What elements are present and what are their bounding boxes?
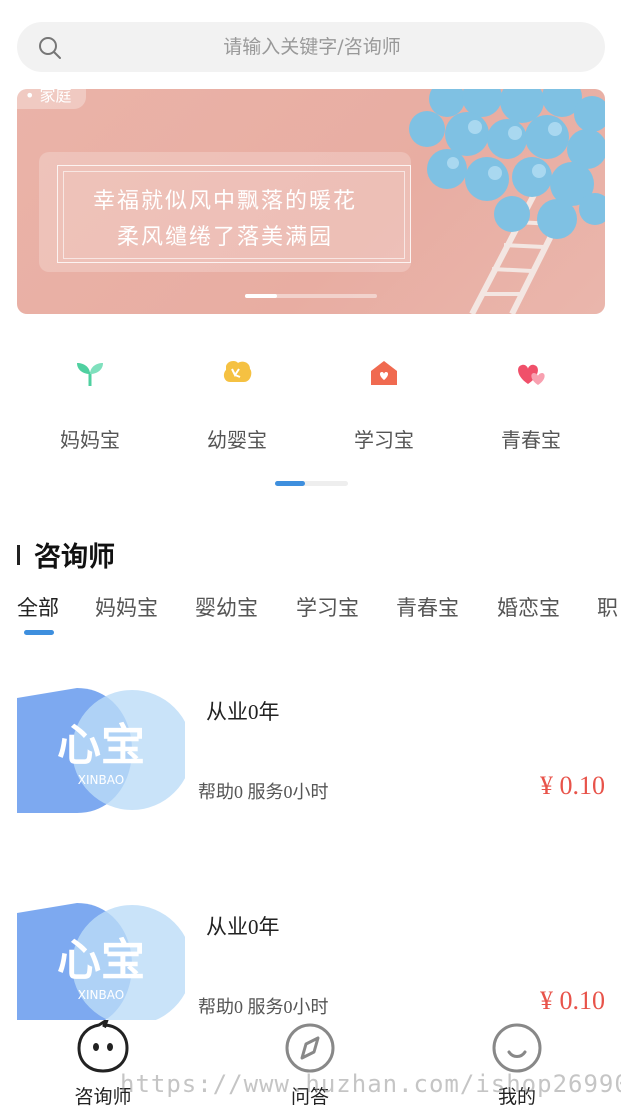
sprout-icon <box>77 363 103 386</box>
category-label: 幼婴宝 <box>207 428 267 452</box>
tab-all[interactable]: 全部 <box>17 592 59 622</box>
hearts-icon <box>518 364 545 385</box>
consultant-price: ¥ 0.10 <box>540 771 605 800</box>
banner-indicator <box>245 294 377 298</box>
xinbao-logo: 心宝 XINBAO <box>17 903 185 1028</box>
banner-carousel[interactable]: • 家庭 幸福就似风中飘落的暖花 柔风缱绻了落美满园 <box>17 89 605 314</box>
consultant-price: ¥ 0.10 <box>540 986 605 1015</box>
category-qingchunbao[interactable]: 青春宝 <box>471 350 591 453</box>
logo-subtext: XINBAO <box>78 988 124 1002</box>
category-pager-indicator <box>275 481 348 486</box>
consultant-stats: 帮助0 服务0小时 <box>198 997 329 1017</box>
category-label: 青春宝 <box>501 428 561 452</box>
banner-line-2: 柔风缱绻了落美满园 <box>116 225 333 250</box>
xinbao-logo: 心宝 XINBAO <box>17 688 185 813</box>
house-heart-icon <box>371 361 397 385</box>
logo-text: 心宝 <box>57 935 145 986</box>
tab-qingchunbao[interactable]: 青春宝 <box>396 592 459 622</box>
category-label: 妈妈宝 <box>60 428 120 452</box>
section-title-marker <box>17 545 20 565</box>
consultant-card[interactable]: 心宝 XINBAO 从业0年 帮助0 服务0小时 ¥ 0.10 <box>17 688 605 813</box>
category-youyingbao[interactable]: 幼婴宝 <box>177 350 297 453</box>
banner-tag: • 家庭 <box>17 89 86 109</box>
chat-face-icon <box>77 1016 129 1073</box>
banner-line-1: 幸福就似风中飘落的暖花 <box>92 189 357 214</box>
consultant-tabs: 全部 妈妈宝 婴幼宝 学习宝 青春宝 婚恋宝 职 <box>17 590 621 630</box>
consultant-years: 从业0年 <box>206 700 280 724</box>
tab-zhi[interactable]: 职 <box>597 592 618 622</box>
logo-subtext: XINBAO <box>78 773 124 787</box>
tab-yingyoubao[interactable]: 婴幼宝 <box>195 592 258 622</box>
compass-icon <box>285 1023 335 1073</box>
watermark: https://www.huzhan.com/ishop26990 <box>120 1070 621 1098</box>
smile-face-icon <box>492 1023 542 1073</box>
tab-xuexibao[interactable]: 学习宝 <box>296 592 359 622</box>
consultant-years: 从业0年 <box>206 915 280 939</box>
consultant-card[interactable]: 心宝 XINBAO 从业0年 帮助0 服务0小时 ¥ 0.10 <box>17 903 605 1028</box>
search-input[interactable] <box>77 22 547 72</box>
search-bar[interactable] <box>17 22 605 72</box>
consultant-stats: 帮助0 服务0小时 <box>198 782 329 802</box>
search-icon <box>39 37 61 59</box>
tab-mamabao[interactable]: 妈妈宝 <box>95 592 158 622</box>
baby-icon <box>223 361 252 382</box>
tab-hunlianbao[interactable]: 婚恋宝 <box>497 592 560 622</box>
section-title: 咨询师 <box>34 542 115 573</box>
category-xuexibao[interactable]: 学习宝 <box>324 350 444 453</box>
logo-text: 心宝 <box>57 720 145 771</box>
category-mamabao[interactable]: 妈妈宝 <box>30 350 150 453</box>
category-label: 学习宝 <box>354 428 414 452</box>
tab-active-indicator <box>24 630 54 635</box>
balloons-illustration <box>409 89 605 314</box>
